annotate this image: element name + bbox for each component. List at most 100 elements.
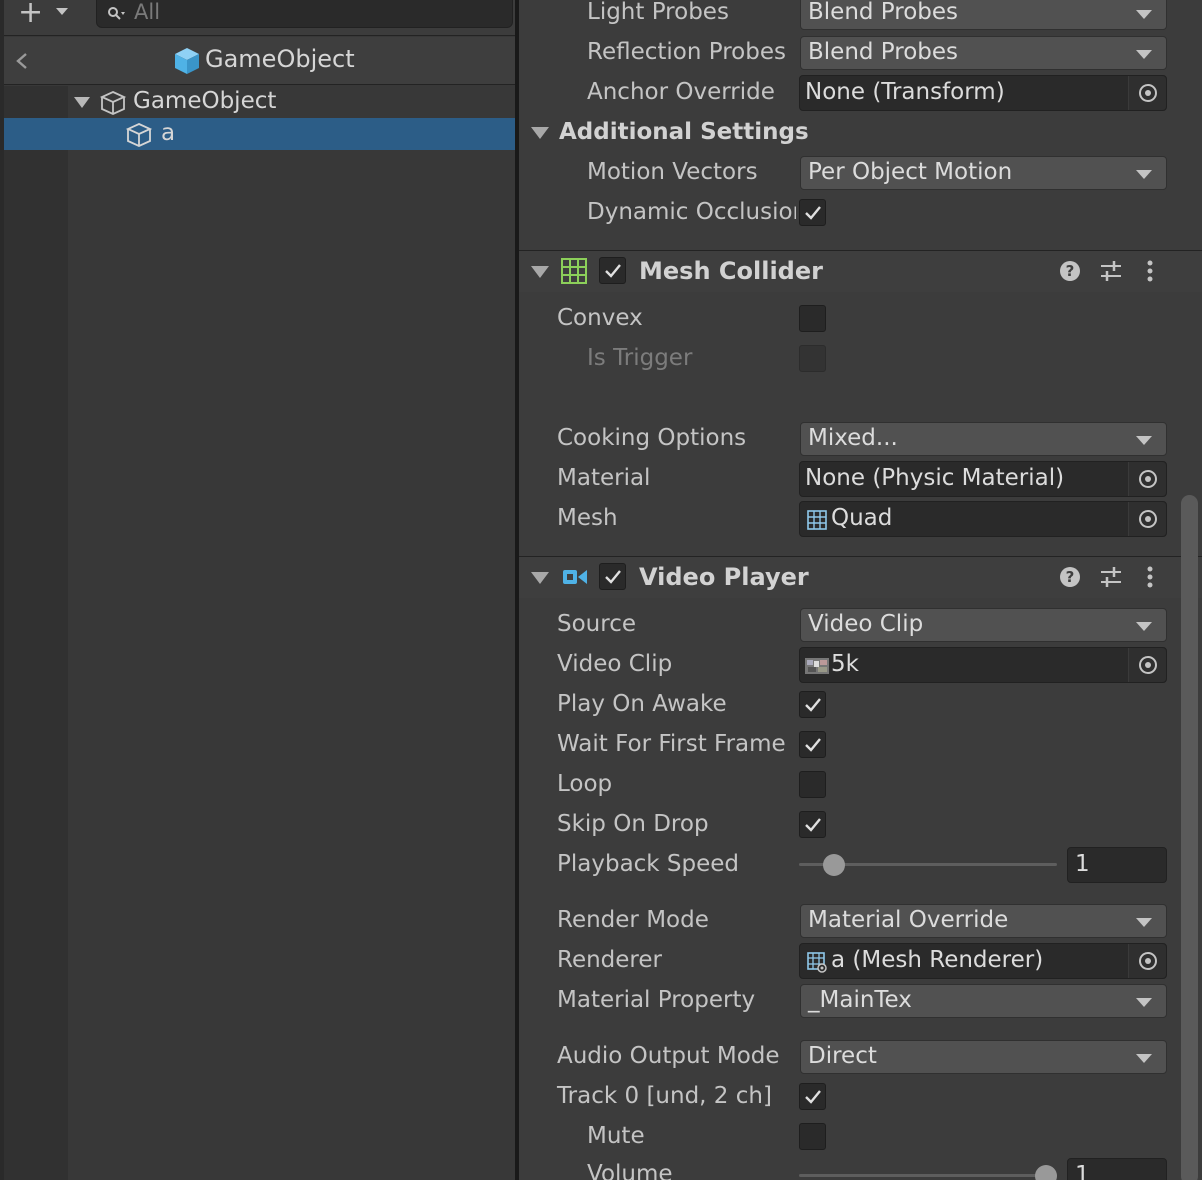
skip-on-drop-label: Skip On Drop bbox=[557, 811, 709, 837]
more-vertical-icon[interactable] bbox=[1143, 566, 1157, 588]
tree-item-label: a bbox=[161, 120, 176, 146]
mute-label: Mute bbox=[587, 1123, 645, 1149]
mesh-renderer-icon bbox=[807, 952, 827, 973]
playback-speed-label: Playback Speed bbox=[557, 851, 740, 877]
fold-arrow-icon[interactable] bbox=[74, 97, 90, 108]
back-arrow-icon[interactable] bbox=[14, 51, 30, 71]
light-probes-label: Light Probes bbox=[587, 0, 729, 25]
object-field-value: 5k bbox=[831, 651, 859, 677]
mesh-collider-icon bbox=[561, 258, 587, 284]
video-player-header[interactable]: Video Player ? bbox=[519, 556, 1202, 598]
skip-on-drop-checkbox[interactable] bbox=[799, 811, 826, 838]
chevron-down-icon bbox=[1136, 436, 1152, 445]
audio-output-mode-dropdown[interactable]: Direct bbox=[800, 1040, 1167, 1074]
cooking-options-dropdown[interactable]: Mixed... bbox=[800, 422, 1167, 456]
dropdown-value: Per Object Motion bbox=[808, 159, 1013, 185]
loop-checkbox[interactable] bbox=[799, 771, 826, 798]
source-dropdown[interactable]: Video Clip bbox=[800, 608, 1167, 642]
hierarchy-gutter bbox=[4, 86, 68, 1180]
number-field-value: 1 bbox=[1075, 851, 1090, 877]
chevron-down-icon bbox=[1136, 622, 1152, 631]
mesh-collider-enabled-checkbox[interactable] bbox=[599, 257, 626, 284]
volume-input[interactable]: 1 bbox=[1067, 1158, 1167, 1180]
preset-sliders-icon[interactable] bbox=[1099, 566, 1123, 588]
help-icon[interactable]: ? bbox=[1059, 566, 1081, 588]
fold-arrow-icon[interactable] bbox=[531, 266, 549, 278]
checkmark-icon bbox=[605, 570, 621, 584]
help-icon[interactable]: ? bbox=[1059, 260, 1081, 282]
renderer-label: Renderer bbox=[557, 947, 662, 973]
object-picker-button[interactable] bbox=[1128, 502, 1166, 536]
video-player-enabled-checkbox[interactable] bbox=[599, 563, 626, 590]
plus-icon[interactable]: + bbox=[18, 0, 43, 28]
dropdown-value: Material Override bbox=[808, 907, 1009, 933]
video-player-title: Video Player bbox=[639, 563, 809, 591]
dropdown-value: Blend Probes bbox=[808, 39, 959, 65]
track-0-checkbox[interactable] bbox=[799, 1083, 826, 1110]
material-property-dropdown[interactable]: _MainTex bbox=[800, 984, 1167, 1018]
dropdown-value: _MainTex bbox=[808, 987, 912, 1013]
video-clip-field[interactable]: 5k bbox=[799, 647, 1167, 683]
is-trigger-label: Is Trigger bbox=[587, 345, 693, 371]
light-probes-dropdown[interactable]: Blend Probes bbox=[800, 0, 1167, 30]
object-picker-button[interactable] bbox=[1128, 944, 1166, 978]
search-input[interactable]: All bbox=[96, 0, 513, 28]
checkmark-icon bbox=[605, 264, 621, 278]
volume-label: Volume bbox=[587, 1161, 673, 1180]
object-picker-button[interactable] bbox=[1128, 76, 1166, 110]
is-trigger-checkbox bbox=[799, 345, 826, 372]
tree-item-a[interactable]: a bbox=[4, 118, 515, 150]
prefab-title: GameObject bbox=[205, 45, 355, 73]
mesh-field[interactable]: Quad bbox=[799, 501, 1167, 537]
dropdown-value: Video Clip bbox=[808, 611, 924, 637]
convex-checkbox[interactable] bbox=[799, 305, 826, 332]
anchor-override-field[interactable]: None (Transform) bbox=[799, 75, 1167, 111]
more-vertical-icon[interactable] bbox=[1143, 260, 1157, 282]
chevron-down-icon bbox=[1136, 50, 1152, 59]
gameobject-cube-icon bbox=[99, 91, 127, 115]
inspector-panel: Light Probes Blend Probes Reflection Pro… bbox=[519, 0, 1202, 1180]
mesh-grid-icon bbox=[807, 510, 827, 530]
target-icon bbox=[1139, 510, 1157, 528]
tree-item-gameobject[interactable]: GameObject bbox=[4, 86, 515, 118]
checkmark-icon bbox=[805, 818, 821, 832]
playback-speed-input[interactable]: 1 bbox=[1067, 847, 1167, 883]
mesh-collider-header[interactable]: Mesh Collider ? bbox=[519, 250, 1202, 292]
object-picker-button[interactable] bbox=[1128, 462, 1166, 496]
inspector-scrollbar[interactable] bbox=[1181, 495, 1198, 1180]
motion-vectors-label: Motion Vectors bbox=[587, 159, 758, 185]
mute-checkbox[interactable] bbox=[799, 1123, 826, 1150]
video-clip-label: Video Clip bbox=[557, 651, 673, 677]
play-on-awake-checkbox[interactable] bbox=[799, 691, 826, 718]
render-mode-dropdown[interactable]: Material Override bbox=[800, 904, 1167, 938]
loop-label: Loop bbox=[557, 771, 613, 797]
motion-vectors-dropdown[interactable]: Per Object Motion bbox=[800, 156, 1167, 190]
dynamic-occlusion-label: Dynamic Occlusion bbox=[587, 199, 796, 225]
hierarchy-panel: + All GameObject GameObject a bbox=[0, 0, 515, 1180]
dynamic-occlusion-checkbox[interactable] bbox=[799, 199, 826, 226]
gameobject-cube-icon bbox=[125, 123, 153, 147]
object-picker-button[interactable] bbox=[1128, 648, 1166, 682]
renderer-field[interactable]: a (Mesh Renderer) bbox=[799, 943, 1167, 979]
chevron-down-icon[interactable] bbox=[56, 8, 68, 15]
play-on-awake-label: Play On Awake bbox=[557, 691, 727, 717]
playback-speed-slider-thumb[interactable] bbox=[822, 854, 845, 876]
prefab-scene-header: GameObject bbox=[4, 37, 515, 85]
material-label: Material bbox=[557, 465, 651, 491]
fold-arrow-icon[interactable] bbox=[531, 572, 549, 584]
chevron-down-icon bbox=[1136, 170, 1152, 179]
video-camera-icon bbox=[563, 570, 587, 584]
mesh-label: Mesh bbox=[557, 505, 618, 531]
video-clip-thumbnail-icon bbox=[805, 658, 829, 674]
object-field-value: None (Physic Material) bbox=[805, 465, 1065, 491]
preset-sliders-icon[interactable] bbox=[1099, 260, 1123, 282]
volume-slider-thumb[interactable] bbox=[1035, 1165, 1057, 1180]
tree-item-label: GameObject bbox=[133, 88, 277, 114]
reflection-probes-dropdown[interactable]: Blend Probes bbox=[800, 36, 1167, 70]
volume-slider-track[interactable] bbox=[799, 1174, 1057, 1177]
fold-arrow-icon[interactable] bbox=[531, 127, 549, 139]
checkmark-icon bbox=[805, 1090, 821, 1104]
material-field[interactable]: None (Physic Material) bbox=[799, 461, 1167, 497]
additional-settings-header[interactable]: Additional Settings bbox=[559, 119, 809, 145]
wait-for-first-frame-checkbox[interactable] bbox=[799, 731, 826, 758]
